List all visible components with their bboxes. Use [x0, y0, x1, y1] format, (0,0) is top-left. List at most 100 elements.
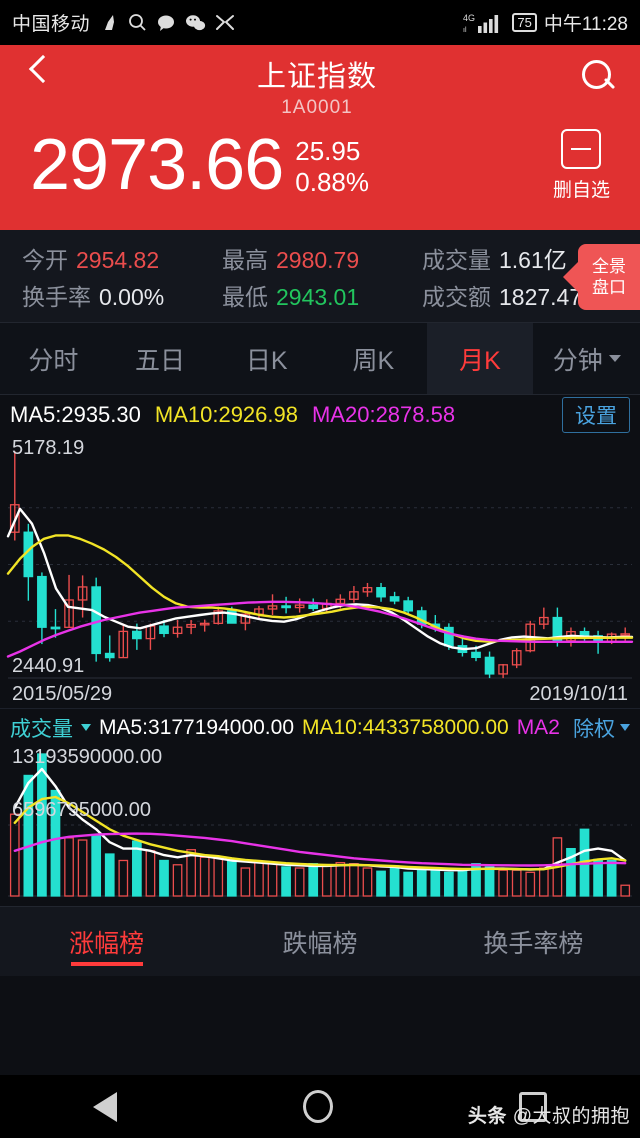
ranking-tab-2[interactable]: 换手率榜 — [427, 907, 640, 976]
period-tab-3[interactable]: 周K — [320, 323, 427, 394]
volume-title[interactable]: 成交量 — [10, 713, 73, 743]
watermark-user: @大叔的拥抱 — [512, 1106, 630, 1127]
candlestick-chart[interactable]: 5178.19 2440.91 2015/05/29 2019/10/11 — [0, 435, 640, 708]
header-titles: 上证指数 1A0001 — [56, 53, 578, 119]
stock-detail-screen: 中国移动 4G ıl 75 中午11:28 上证指数 1A0001 2973.6… — [0, 0, 640, 1138]
panorama-label-1: 全景 — [592, 256, 626, 276]
period-tab-label: 分时 — [28, 346, 79, 375]
chart-end-date: 2019/10/11 — [529, 683, 628, 705]
stat-turnover-rate-value: 0.00% — [99, 283, 165, 310]
period-tab-label: 五日 — [135, 346, 186, 375]
period-tab-2[interactable]: 日K — [213, 323, 320, 394]
chevron-down-icon[interactable] — [81, 724, 91, 731]
stats-row-1: 今开 2954.82 最高 2980.79 成交量 1.61亿 — [22, 239, 640, 276]
panorama-orderbook-button[interactable]: 全景 盘口 — [563, 244, 640, 310]
watermark: 头条 @大叔的拥抱 — [468, 1101, 630, 1128]
ranking-tab-1[interactable]: 跌幅榜 — [213, 907, 426, 976]
stat-high: 最高 2980.79 — [222, 241, 422, 275]
carrier-label: 中国移动 — [12, 14, 91, 35]
period-tab-label: 周K — [352, 346, 395, 375]
nav-back-icon[interactable] — [93, 1091, 117, 1122]
svg-text:4G: 4G — [463, 13, 475, 23]
back-chevron-icon[interactable] — [22, 55, 56, 89]
stock-code: 1A0001 — [281, 97, 353, 118]
volume-axis-mid: 6596795000.00 — [12, 799, 152, 821]
chevron-down-icon — [608, 355, 621, 362]
ma5-legend: MA5:2935.30 — [10, 402, 141, 427]
status-bar-left: 中国移动 — [12, 9, 463, 36]
quote-summary: 2973.66 25.95 0.88% 删自选 — [0, 123, 640, 224]
stat-open-label: 今开 — [22, 246, 68, 273]
stat-turnover-rate-label: 换手率 — [22, 283, 91, 310]
stat-low-value: 2943.01 — [276, 283, 360, 310]
page-title: 上证指数 — [256, 61, 377, 93]
last-price: 2973.66 — [30, 125, 284, 206]
volume-ma20-legend: MA2 — [516, 715, 560, 739]
chart-start-date: 2015/05/29 — [12, 683, 113, 705]
period-tab-label: 月K — [459, 346, 501, 375]
clock-label: 中午11:28 — [543, 14, 628, 35]
ranking-tab-label: 跌幅榜 — [282, 929, 358, 958]
watermark-brand: 头条 — [467, 1106, 507, 1127]
price-chart-canvas — [6, 451, 634, 679]
price-change: 25.95 — [295, 135, 361, 166]
price-axis-max: 5178.19 — [12, 437, 85, 459]
period-tab-bar: 分时 五日 日K 周K 月K 分钟 — [0, 323, 640, 395]
price-deltas: 25.95 0.88% — [295, 136, 369, 197]
broom-icon — [99, 13, 119, 33]
contact-icon — [215, 14, 235, 32]
ranking-tab-bar: 涨幅榜 跌幅榜 换手率榜 — [0, 906, 640, 976]
volume-chart[interactable]: 13193590000.00 6596795000.00 — [0, 746, 640, 906]
panorama-label-2: 盘口 — [592, 278, 626, 297]
stat-low: 最低 2943.01 — [222, 278, 422, 312]
stat-open-value: 2954.82 — [76, 246, 160, 273]
status-bar-right: 4G ıl 75 中午11:28 — [463, 9, 628, 36]
date-range-row: 2015/05/29 2019/10/11 — [0, 683, 640, 706]
minus-icon — [561, 129, 602, 169]
svg-text:ıl: ıl — [463, 27, 467, 34]
price-axis-min: 2440.91 — [12, 655, 85, 677]
ranking-tab-label: 涨幅榜 — [69, 929, 145, 958]
stat-volume-value: 1.61亿 — [499, 246, 567, 273]
stat-low-label: 最低 — [222, 283, 268, 310]
volume-legend-bar: 成交量 MA5:3177194000.00 MA10:4433758000.00… — [0, 708, 640, 746]
ma20-legend: MA20:2878.58 — [311, 402, 456, 427]
volume-axis-max: 13193590000.00 — [12, 746, 163, 768]
search-icon[interactable] — [578, 57, 618, 97]
volume-ma10-legend: MA10:4433758000.00 — [302, 715, 509, 739]
remove-watchlist-label: 删自选 — [552, 180, 610, 201]
android-nav-bar: 头条 @大叔的拥抱 — [0, 1075, 640, 1138]
android-status-bar: 中国移动 4G ıl 75 中午11:28 — [0, 0, 640, 45]
ranking-tab-0[interactable]: 涨幅榜 — [0, 907, 213, 976]
period-tab-label: 分钟 — [552, 346, 603, 375]
chart-settings-button[interactable]: 设置 — [562, 397, 630, 433]
ex-right-dropdown[interactable]: 除权 — [573, 713, 630, 743]
stat-high-label: 最高 — [222, 246, 268, 273]
period-tab-1[interactable]: 五日 — [107, 323, 214, 394]
battery-indicator: 75 — [512, 13, 537, 32]
chat-bubble-icon — [156, 13, 176, 33]
header-toolbar: 上证指数 1A0001 — [0, 45, 640, 123]
period-tab-label: 日K — [245, 346, 288, 375]
ex-right-label: 除权 — [573, 717, 615, 741]
stat-amount-label: 成交额 — [422, 283, 491, 310]
stats-row-2: 换手率 0.00% 最低 2943.01 成交额 1827.47亿 — [22, 276, 640, 313]
wechat-icon — [185, 13, 206, 33]
stat-volume-label: 成交量 — [422, 246, 491, 273]
search-icon — [128, 13, 147, 32]
stat-turnover-rate: 换手率 0.00% — [22, 278, 222, 312]
volume-chart-canvas — [8, 753, 632, 897]
stat-high-value: 2980.79 — [276, 246, 360, 273]
quote-stats-panel: 今开 2954.82 最高 2980.79 成交量 1.61亿 换手率 0.00… — [0, 230, 640, 323]
stat-open: 今开 2954.82 — [22, 241, 222, 275]
nav-home-icon[interactable] — [303, 1090, 333, 1123]
period-tab-4[interactable]: 月K — [426, 323, 534, 394]
price-change-percent: 0.88% — [295, 166, 369, 197]
chevron-down-icon — [620, 724, 630, 731]
volume-ma5-legend: MA5:3177194000.00 — [99, 715, 294, 739]
ranking-tab-label: 换手率榜 — [483, 929, 584, 958]
period-tab-5[interactable]: 分钟 — [533, 323, 640, 394]
remove-watchlist-button[interactable]: 删自选 — [553, 129, 610, 202]
ma10-legend: MA10:2926.98 — [154, 402, 298, 427]
period-tab-0[interactable]: 分时 — [0, 323, 107, 394]
